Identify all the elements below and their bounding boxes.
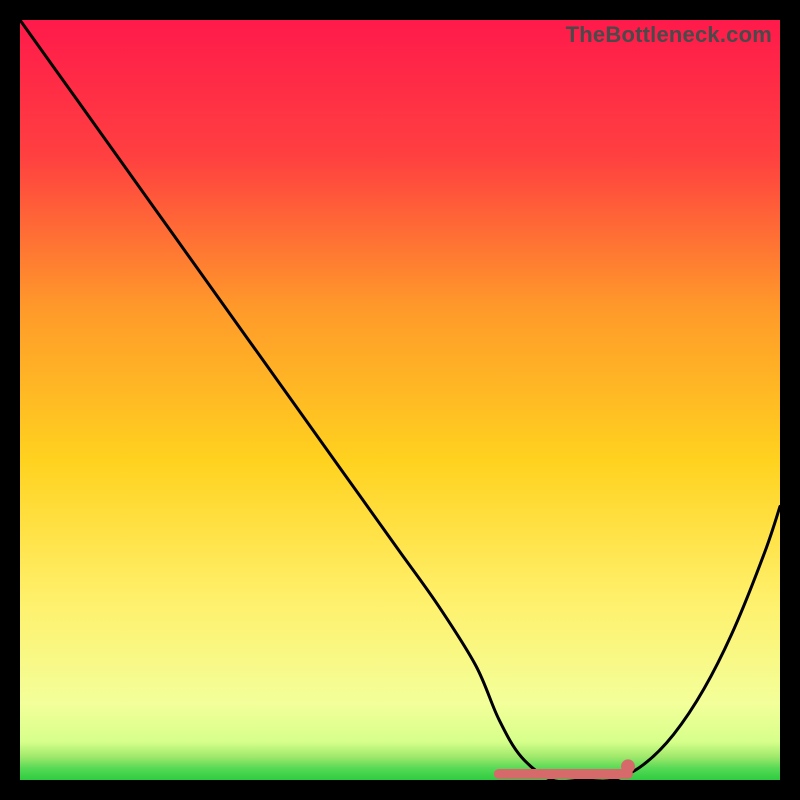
chart-stage: TheBottleneck.com — [0, 0, 800, 800]
plot-area: TheBottleneck.com — [20, 20, 780, 780]
bottleneck-curve — [20, 20, 780, 780]
accent-point — [621, 759, 635, 773]
curve-layer — [20, 20, 780, 780]
